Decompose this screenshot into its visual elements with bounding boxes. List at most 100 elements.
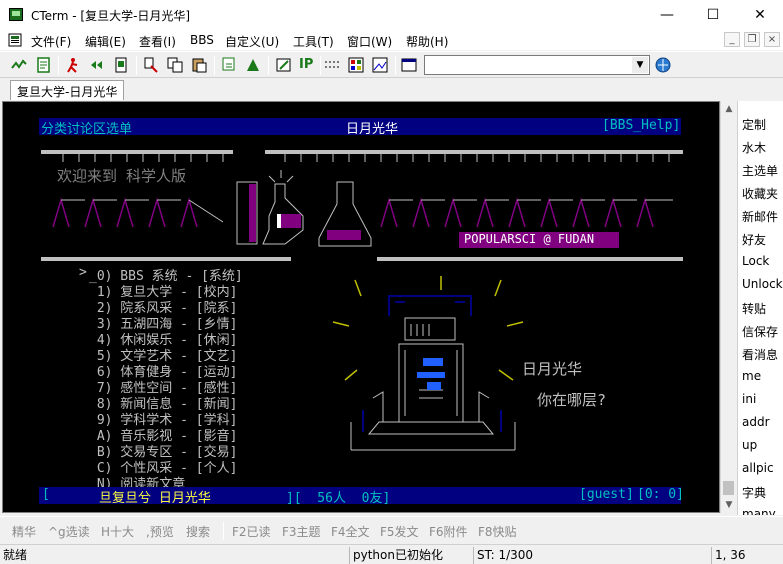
status-python: python已初始化 [349,547,471,564]
quick-connect-icon[interactable] [64,56,82,74]
footer-clock: [0: 0] [637,487,684,502]
panel-button[interactable]: addr [742,415,770,429]
menu-edit[interactable]: 编辑(E) [85,33,126,50]
cterm-app-icon [9,8,23,21]
connect-icon[interactable] [10,56,28,74]
disconnect-icon[interactable] [112,56,130,74]
panel-button[interactable]: many [742,507,776,515]
key-button[interactable]: F2已读 [232,523,271,540]
art-text-guanghua: 日月光华 [522,360,583,378]
key-button[interactable]: 精华 [12,523,36,540]
key-button[interactable]: 搜索 [186,523,210,540]
status-bar: 就绪 python已初始化 ST: 1/300 1, 36 [0,544,783,564]
panel-button[interactable]: me [742,369,761,383]
scroll-up-icon[interactable]: ▲ [721,101,737,117]
close-button[interactable]: ✕ [737,0,783,30]
key-button[interactable]: ,预览 [146,523,174,540]
scroll-down-icon[interactable]: ▼ [721,497,737,513]
address-combo[interactable]: ▼ [424,55,650,75]
minimize-button[interactable]: — [644,0,690,30]
header-center: 日月光华 [346,122,399,137]
panel-button[interactable]: 水木 [742,139,766,156]
menu-window[interactable]: 窗口(W) [347,33,392,50]
auto-reply-icon[interactable] [89,56,107,74]
fullscreen-icon[interactable] [400,56,418,74]
header-right: [BBS_Help] [602,118,681,133]
terminal-screen[interactable]: 分类讨论区选单 日月光华 [BBS_Help] 欢迎来到 科学人版 POPULA… [2,101,720,513]
panel-button[interactable]: 字典 [742,484,766,501]
panel-button[interactable]: up [742,438,757,452]
menu-tools[interactable]: 工具(T) [293,33,334,50]
panel-button[interactable]: 好友 [742,231,766,248]
key-button[interactable]: F8快贴 [478,523,517,540]
menu-help[interactable]: 帮助(H) [406,33,448,50]
status-st: ST: 1/300 [473,547,709,564]
key-button[interactable]: F5发文 [380,523,419,540]
paste-icon[interactable] [190,56,208,74]
toolbar: IP ▼ [0,51,783,78]
copy-icon[interactable] [166,56,184,74]
menu-cursor: > [79,265,87,280]
menu-bar: 文件(F) 编辑(E) 查看(I) BBS 自定义(U) 工具(T) 窗口(W)… [0,30,783,50]
key-separator [223,522,224,540]
welcome-text: 欢迎来到 科学人版 [57,167,187,185]
panel-button[interactable]: Unlock [742,277,783,291]
menu-customize[interactable]: 自定义(U) [225,33,279,50]
scroll-thumb[interactable] [723,481,734,495]
layout-icon[interactable] [323,56,341,74]
cut-icon[interactable] [142,56,160,74]
key-button[interactable]: H十大 [101,523,134,540]
chevron-down-icon[interactable]: ▼ [632,57,648,73]
toolbar-separator [320,56,321,75]
toolbar-separator [136,56,137,75]
popularsci-label: POPULARSCI @ FUDAN [464,232,595,246]
go-icon[interactable] [654,56,672,74]
title-bar: CTerm - [复旦大学-日月光华] — ☐ ✕ [0,0,783,30]
mdi-restore-button[interactable]: ❐ [744,32,760,47]
window-title: CTerm - [复旦大学-日月光华] [31,9,191,23]
image-icon[interactable] [371,56,389,74]
right-command-panel: 定制 水木 主选单 收藏夹 新邮件 好友 Lock Unlock 转贴 信保存 … [737,101,783,515]
footer-user: [guest] [579,487,634,502]
panel-button[interactable]: Lock [742,254,769,268]
art-text-question: 你在哪层? [537,391,607,409]
toolbar-separator [268,56,269,75]
status-ready: 就绪 [3,548,28,562]
divider-left [41,257,291,261]
footer-online-count: ][ 56人 0友] [286,491,391,506]
toolbar-separator [58,56,59,75]
panel-button[interactable]: ini [742,392,756,406]
menu-bbs[interactable]: BBS [190,33,214,47]
panel-button[interactable]: 定制 [742,116,766,133]
mdi-close-button[interactable]: × [764,32,780,47]
maximize-button[interactable]: ☐ [690,0,736,30]
session-tab-bar: 复旦大学-日月光华 [0,78,783,101]
menu-file[interactable]: 文件(F) [31,33,71,50]
script-icon[interactable] [244,56,262,74]
divider-right [377,257,683,261]
panel-button[interactable]: 信保存 [742,323,778,340]
mdi-minimize-button[interactable]: _ [724,32,740,47]
panel-button[interactable]: 看消息 [742,346,778,363]
panel-button[interactable]: 新邮件 [742,208,778,225]
key-button[interactable]: F4全文 [331,523,370,540]
tab-fudan-bbs[interactable]: 复旦大学-日月光华 [10,80,125,100]
panel-button[interactable]: 转贴 [742,300,766,317]
panel-button[interactable]: 收藏夹 [742,185,778,202]
address-book-icon[interactable] [35,56,53,74]
key-button[interactable]: F3主题 [282,523,321,540]
status-cursor-position: 1, 36 [711,547,783,564]
download-icon[interactable] [220,56,238,74]
menu-view[interactable]: 查看(I) [139,33,176,50]
guanghua-tower-art [332,276,524,451]
color-icon[interactable] [347,56,365,74]
document-icon [8,33,22,47]
ip-lookup-button[interactable]: IP [299,56,317,74]
footer-slogan: 旦复旦兮 日月光华 [99,491,211,506]
terminal-scrollbar[interactable]: ▲ ▼ [720,101,736,513]
key-button[interactable]: ^g选读 [48,523,90,540]
edit-icon[interactable] [275,56,293,74]
panel-button[interactable]: allpic [742,461,774,475]
panel-button[interactable]: 主选单 [742,162,778,179]
key-button[interactable]: F6附件 [429,523,468,540]
